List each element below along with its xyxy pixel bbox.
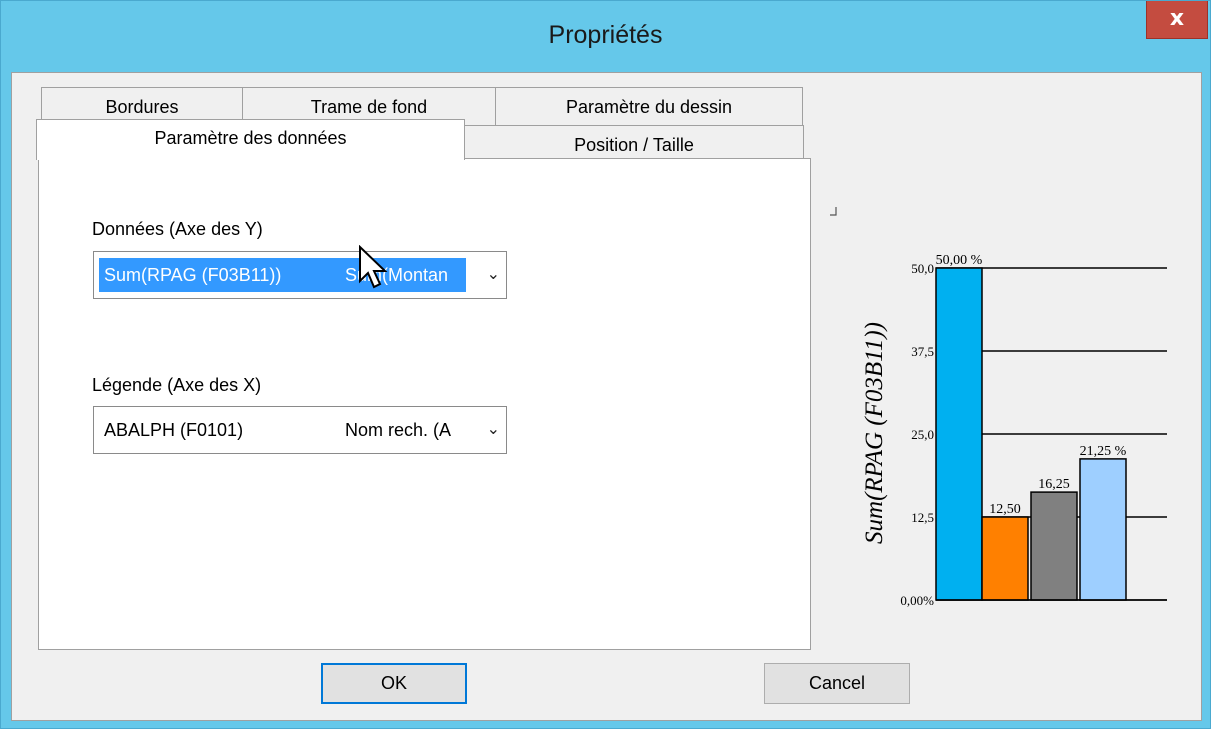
title-bar[interactable]: Propriétés x <box>1 1 1210 73</box>
chart-bar <box>1079 458 1127 601</box>
tab-parametre-du-dessin[interactable]: Paramètre du dessin <box>495 87 803 127</box>
tab-label: Paramètre des données <box>154 128 347 148</box>
data-label: 50,00 % <box>936 253 983 268</box>
tab-label: Bordures <box>105 97 179 117</box>
y-axis-label: Données (Axe des Y) <box>92 219 263 239</box>
tab-label: Trame de fond <box>310 97 428 117</box>
y-tick-label: 12,5 <box>911 510 934 525</box>
y-tick-label: 25,0 <box>911 427 934 442</box>
properties-dialog: Propriétés x Bordures Trame de fond Para… <box>0 0 1211 729</box>
y-tick-label: 37,5 <box>911 344 934 359</box>
mouse-pointer-icon <box>359 245 388 289</box>
y-axis-title: Sum(RPAG (F03B11)) <box>861 322 888 544</box>
chart-bar <box>1030 491 1078 601</box>
tab-panel: Données (Axe des Y) Sum(RPAG (F03B11)) S… <box>38 158 811 650</box>
ok-button[interactable]: OK <box>321 663 467 704</box>
dialog-body: Bordures Trame de fond Paramètre du dess… <box>11 72 1202 721</box>
data-label: 12,50 <box>989 502 1021 517</box>
y-tick-label: 50,0 <box>911 261 934 276</box>
tab-label: Position / Taille <box>574 135 694 155</box>
x-axis-select[interactable]: ABALPH (F0101) Nom rech. (A ⌄ <box>93 406 507 454</box>
corner-mark <box>830 207 837 216</box>
tab-position-taille[interactable]: Position / Taille <box>464 125 804 161</box>
tab-parametre-des-donnees[interactable]: Paramètre des données <box>36 119 465 160</box>
chart-bar <box>935 267 983 601</box>
close-button[interactable]: x <box>1146 1 1208 39</box>
y-tick-label: 0,00% <box>900 593 934 608</box>
chart-bar <box>981 516 1029 601</box>
chevron-down-icon[interactable]: ⌄ <box>487 419 500 439</box>
chevron-down-icon[interactable]: ⌄ <box>487 264 500 284</box>
cancel-button[interactable]: Cancel <box>764 663 910 704</box>
data-label: 16,25 <box>1038 477 1070 492</box>
tab-label: Paramètre du dessin <box>565 97 733 117</box>
window-title: Propriétés <box>548 21 663 49</box>
y-axis-value-col1: Sum(RPAG (F03B11)) <box>104 265 282 285</box>
data-label: 21,25 % <box>1080 444 1127 459</box>
y-axis-selected-value: Sum(RPAG (F03B11)) Sum(Montan <box>99 258 466 292</box>
chart-preview: 0,00% 12,5 25,0 37,5 50,050,00 % 12,50 16,25 21… <box>830 207 1167 613</box>
y-axis-select[interactable]: Sum(RPAG (F03B11)) Sum(Montan ⌄ <box>93 251 507 299</box>
x-axis-value-col1: ABALPH (F0101) <box>104 420 244 440</box>
x-axis-selected-value: ABALPH (F0101) Nom rech. (A <box>99 413 466 447</box>
x-axis-title: ABALPH (F0101) <box>969 612 1152 613</box>
x-axis-label: Légende (Axe des X) <box>92 375 262 395</box>
x-axis-value-col2: Nom rech. (A <box>345 420 452 440</box>
